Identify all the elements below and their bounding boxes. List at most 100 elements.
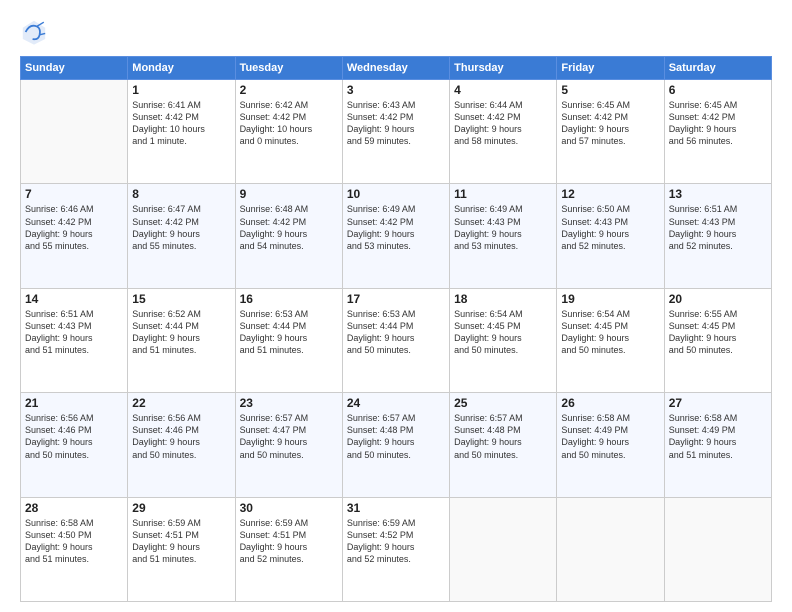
day-number: 6: [669, 83, 767, 97]
day-cell-18: 18 Sunrise: 6:54 AM Sunset: 4:45 PM Dayli…: [450, 288, 557, 392]
day-number: 8: [132, 187, 230, 201]
day-number: 12: [561, 187, 659, 201]
header: [20, 18, 772, 46]
day-number: 9: [240, 187, 338, 201]
empty-cell: [664, 497, 771, 601]
day-cell-26: 26 Sunrise: 6:58 AM Sunset: 4:49 PM Dayli…: [557, 393, 664, 497]
day-number: 24: [347, 396, 445, 410]
day-number: 22: [132, 396, 230, 410]
day-cell-14: 14 Sunrise: 6:51 AM Sunset: 4:43 PM Dayli…: [21, 288, 128, 392]
cell-info: Sunrise: 6:48 AM Sunset: 4:42 PM Dayligh…: [240, 203, 338, 252]
cell-info: Sunrise: 6:42 AM Sunset: 4:42 PM Dayligh…: [240, 99, 338, 148]
weekday-header-friday: Friday: [557, 57, 664, 80]
cell-info: Sunrise: 6:45 AM Sunset: 4:42 PM Dayligh…: [669, 99, 767, 148]
day-number: 30: [240, 501, 338, 515]
day-cell-17: 17Sunrise: 6:53 AM Sunset: 4:44 PM Dayli…: [342, 288, 449, 392]
day-cell-30: 30 Sunrise: 6:59 AM Sunset: 4:51 PM Dayli…: [235, 497, 342, 601]
day-number: 23: [240, 396, 338, 410]
empty-cell: [21, 80, 128, 184]
weekday-header-row: SundayMondayTuesdayWednesdayThursdayFrid…: [21, 57, 772, 80]
day-number: 15: [132, 292, 230, 306]
day-number: 1: [132, 83, 230, 97]
day-cell-5: 5Sunrise: 6:45 AM Sunset: 4:42 PM Daylig…: [557, 80, 664, 184]
cell-info: Sunrise: 6:58 AM Sunset: 4:49 PM Dayligh…: [669, 412, 767, 461]
day-number: 4: [454, 83, 552, 97]
day-cell-23: 23 Sunrise: 6:57 AM Sunset: 4:47 PM Dayli…: [235, 393, 342, 497]
day-number: 31: [347, 501, 445, 515]
day-cell-1: 1Sunrise: 6:41 AM Sunset: 4:42 PM Daylig…: [128, 80, 235, 184]
day-number: 26: [561, 396, 659, 410]
calendar: SundayMondayTuesdayWednesdayThursdayFrid…: [20, 56, 772, 602]
day-number: 16: [240, 292, 338, 306]
day-cell-19: 19 Sunrise: 6:54 AM Sunset: 4:45 PM Dayli…: [557, 288, 664, 392]
day-number: 7: [25, 187, 123, 201]
cell-info: Sunrise: 6:58 AM Sunset: 4:49 PM Dayligh…: [561, 412, 659, 461]
empty-cell: [450, 497, 557, 601]
day-number: 3: [347, 83, 445, 97]
weekday-header-thursday: Thursday: [450, 57, 557, 80]
cell-info: Sunrise: 6:59 AM Sunset: 4:51 PM Dayligh…: [132, 517, 230, 566]
day-cell-13: 13 Sunrise: 6:51 AM Sunset: 4:43 PM Dayli…: [664, 184, 771, 288]
day-cell-25: 25Sunrise: 6:57 AM Sunset: 4:48 PM Dayli…: [450, 393, 557, 497]
day-cell-21: 21 Sunrise: 6:56 AM Sunset: 4:46 PM Dayli…: [21, 393, 128, 497]
weekday-header-wednesday: Wednesday: [342, 57, 449, 80]
cell-info: Sunrise: 6:53 AM Sunset: 4:44 PM Dayligh…: [240, 308, 338, 357]
day-number: 10: [347, 187, 445, 201]
weekday-header-sunday: Sunday: [21, 57, 128, 80]
day-number: 29: [132, 501, 230, 515]
cell-info: Sunrise: 6:50 AM Sunset: 4:43 PM Dayligh…: [561, 203, 659, 252]
day-cell-31: 31Sunrise: 6:59 AM Sunset: 4:52 PM Dayli…: [342, 497, 449, 601]
day-number: 25: [454, 396, 552, 410]
day-cell-28: 28 Sunrise: 6:58 AM Sunset: 4:50 PM Dayli…: [21, 497, 128, 601]
day-cell-22: 22 Sunrise: 6:56 AM Sunset: 4:46 PM Dayli…: [128, 393, 235, 497]
day-number: 21: [25, 396, 123, 410]
cell-info: Sunrise: 6:56 AM Sunset: 4:46 PM Dayligh…: [25, 412, 123, 461]
day-cell-4: 4 Sunrise: 6:44 AM Sunset: 4:42 PM Daylig…: [450, 80, 557, 184]
cell-info: Sunrise: 6:56 AM Sunset: 4:46 PM Dayligh…: [132, 412, 230, 461]
week-row-5: 28 Sunrise: 6:58 AM Sunset: 4:50 PM Dayli…: [21, 497, 772, 601]
day-number: 13: [669, 187, 767, 201]
cell-info: Sunrise: 6:52 AM Sunset: 4:44 PM Dayligh…: [132, 308, 230, 357]
cell-info: Sunrise: 6:51 AM Sunset: 4:43 PM Dayligh…: [25, 308, 123, 357]
logo-icon: [20, 18, 48, 46]
day-cell-7: 7 Sunrise: 6:46 AM Sunset: 4:42 PM Daylig…: [21, 184, 128, 288]
cell-info: Sunrise: 6:49 AM Sunset: 4:42 PM Dayligh…: [347, 203, 445, 252]
day-number: 19: [561, 292, 659, 306]
logo: [20, 18, 52, 46]
day-number: 2: [240, 83, 338, 97]
day-cell-3: 3Sunrise: 6:43 AM Sunset: 4:42 PM Daylig…: [342, 80, 449, 184]
cell-info: Sunrise: 6:51 AM Sunset: 4:43 PM Dayligh…: [669, 203, 767, 252]
day-cell-8: 8 Sunrise: 6:47 AM Sunset: 4:42 PM Daylig…: [128, 184, 235, 288]
cell-info: Sunrise: 6:45 AM Sunset: 4:42 PM Dayligh…: [561, 99, 659, 148]
cell-info: Sunrise: 6:57 AM Sunset: 4:47 PM Dayligh…: [240, 412, 338, 461]
day-cell-29: 29 Sunrise: 6:59 AM Sunset: 4:51 PM Dayli…: [128, 497, 235, 601]
day-cell-15: 15 Sunrise: 6:52 AM Sunset: 4:44 PM Dayli…: [128, 288, 235, 392]
day-number: 11: [454, 187, 552, 201]
weekday-header-monday: Monday: [128, 57, 235, 80]
day-number: 14: [25, 292, 123, 306]
week-row-2: 7 Sunrise: 6:46 AM Sunset: 4:42 PM Daylig…: [21, 184, 772, 288]
cell-info: Sunrise: 6:44 AM Sunset: 4:42 PM Dayligh…: [454, 99, 552, 148]
cell-info: Sunrise: 6:54 AM Sunset: 4:45 PM Dayligh…: [454, 308, 552, 357]
cell-info: Sunrise: 6:57 AM Sunset: 4:48 PM Dayligh…: [347, 412, 445, 461]
weekday-header-saturday: Saturday: [664, 57, 771, 80]
day-cell-11: 11Sunrise: 6:49 AM Sunset: 4:43 PM Dayli…: [450, 184, 557, 288]
page: SundayMondayTuesdayWednesdayThursdayFrid…: [0, 0, 792, 612]
cell-info: Sunrise: 6:58 AM Sunset: 4:50 PM Dayligh…: [25, 517, 123, 566]
cell-info: Sunrise: 6:47 AM Sunset: 4:42 PM Dayligh…: [132, 203, 230, 252]
day-number: 18: [454, 292, 552, 306]
cell-info: Sunrise: 6:46 AM Sunset: 4:42 PM Dayligh…: [25, 203, 123, 252]
week-row-1: 1Sunrise: 6:41 AM Sunset: 4:42 PM Daylig…: [21, 80, 772, 184]
day-cell-20: 20Sunrise: 6:55 AM Sunset: 4:45 PM Dayli…: [664, 288, 771, 392]
day-cell-10: 10 Sunrise: 6:49 AM Sunset: 4:42 PM Dayli…: [342, 184, 449, 288]
day-number: 28: [25, 501, 123, 515]
week-row-3: 14 Sunrise: 6:51 AM Sunset: 4:43 PM Dayli…: [21, 288, 772, 392]
weekday-header-tuesday: Tuesday: [235, 57, 342, 80]
day-cell-2: 2 Sunrise: 6:42 AM Sunset: 4:42 PM Daylig…: [235, 80, 342, 184]
day-number: 27: [669, 396, 767, 410]
day-cell-6: 6 Sunrise: 6:45 AM Sunset: 4:42 PM Daylig…: [664, 80, 771, 184]
week-row-4: 21 Sunrise: 6:56 AM Sunset: 4:46 PM Dayli…: [21, 393, 772, 497]
cell-info: Sunrise: 6:54 AM Sunset: 4:45 PM Dayligh…: [561, 308, 659, 357]
day-cell-9: 9 Sunrise: 6:48 AM Sunset: 4:42 PM Daylig…: [235, 184, 342, 288]
cell-info: Sunrise: 6:59 AM Sunset: 4:51 PM Dayligh…: [240, 517, 338, 566]
